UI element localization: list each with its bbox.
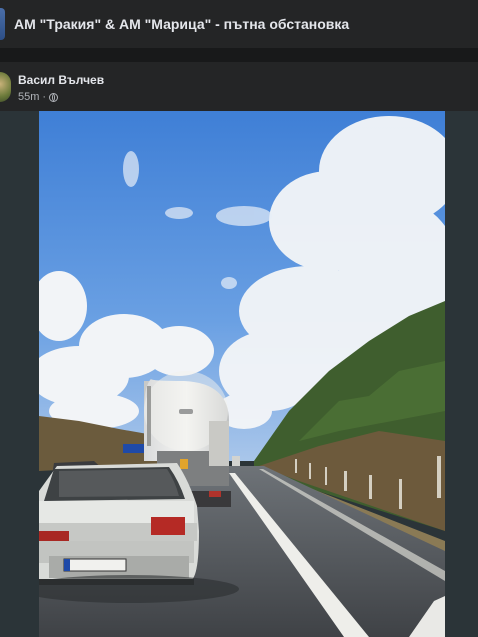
post-time[interactable]: 55m [18,91,39,103]
post-header: Васил Вълчев 55m · [0,62,478,111]
group-header: АМ "Тракия" & АМ "Марица" - пътна обстан… [0,0,478,48]
group-avatar-icon[interactable] [0,8,5,40]
white-car [39,463,199,585]
group-title[interactable]: АМ "Тракия" & АМ "Марица" - пътна обстан… [14,16,349,32]
meta-separator: · [42,91,47,103]
author-name[interactable]: Васил Вълчев [18,73,104,87]
distant-truck [232,456,240,466]
globe-icon[interactable] [49,92,59,102]
post-meta: 55m · [18,91,59,103]
post-photo[interactable] [39,111,445,637]
author-avatar[interactable] [0,72,11,102]
divider [0,48,478,62]
